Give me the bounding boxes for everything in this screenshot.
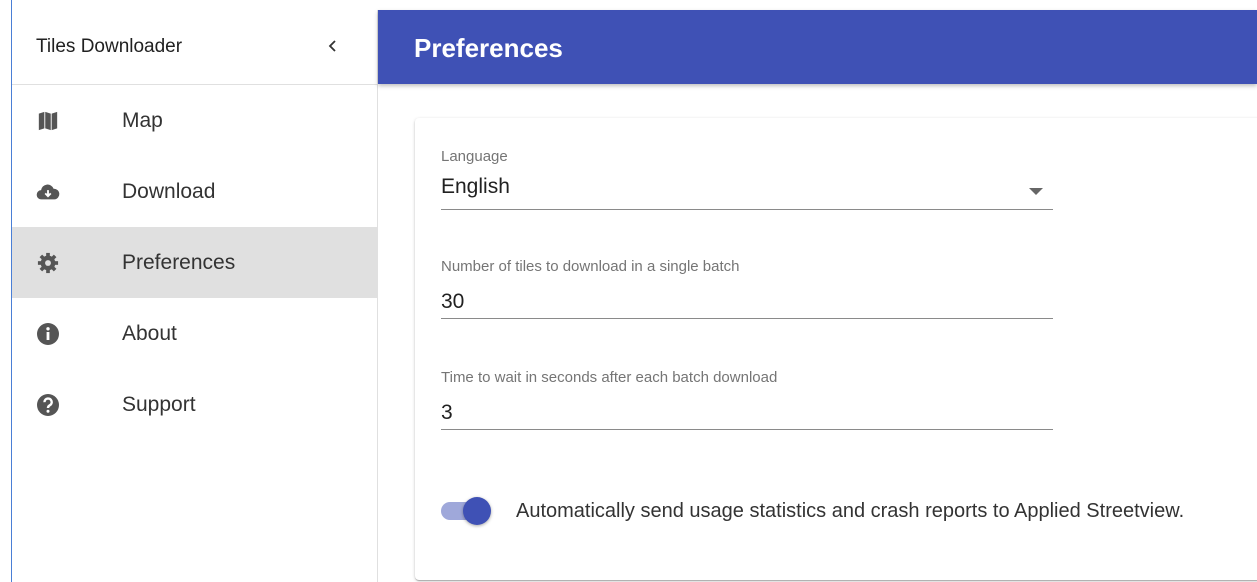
info-icon [36,322,60,346]
nav-label-preferences: Preferences [122,250,236,274]
batch-size-field: Number of tiles to download in a single … [441,258,1053,319]
navigation-drawer: Tiles Downloader Map Download Preference… [12,10,378,582]
app-bar: Preferences [378,10,1257,84]
drawer-header: Tiles Downloader [12,10,377,85]
nav-item-support[interactable]: Support [12,369,377,440]
nav-item-about[interactable]: About [12,298,377,369]
nav-label-map: Map [122,108,163,132]
gear-icon [36,251,60,275]
map-icon [36,109,60,133]
wait-time-field: Time to wait in seconds after each batch… [441,369,1053,430]
app-title: Tiles Downloader [36,36,183,57]
nav-item-preferences[interactable]: Preferences [12,227,377,298]
language-select[interactable]: English [441,175,1053,210]
collapse-drawer-button[interactable] [321,34,345,58]
nav-item-download[interactable]: Download [12,156,377,227]
preferences-card: Language English Number of tiles to down… [415,118,1257,580]
main-content: Preferences Language English Number of t… [378,10,1257,582]
page-title: Preferences [414,33,563,63]
language-field: Language English [441,148,1053,210]
wait-time-input[interactable] [441,396,1053,430]
window-left-edge [0,0,12,582]
usage-stats-switch[interactable] [441,496,493,526]
language-label: Language [441,148,508,165]
batch-size-input[interactable] [441,285,1053,319]
nav-label-about: About [122,321,177,345]
batch-size-label: Number of tiles to download in a single … [441,258,740,275]
caret-down-icon [1029,183,1043,201]
chevron-left-icon [328,40,336,52]
switch-thumb [463,497,491,525]
wait-time-label: Time to wait in seconds after each batch… [441,369,778,386]
nav-list: Map Download Preferences About Support [12,85,377,440]
usage-stats-row: Automatically send usage statistics and … [441,496,1184,526]
usage-stats-label: Automatically send usage statistics and … [516,499,1185,522]
nav-item-map[interactable]: Map [12,85,377,156]
language-value: English [441,175,510,198]
nav-label-download: Download [122,179,216,203]
cloud-download-icon [36,180,60,204]
nav-label-support: Support [122,392,196,416]
help-icon [36,393,60,417]
